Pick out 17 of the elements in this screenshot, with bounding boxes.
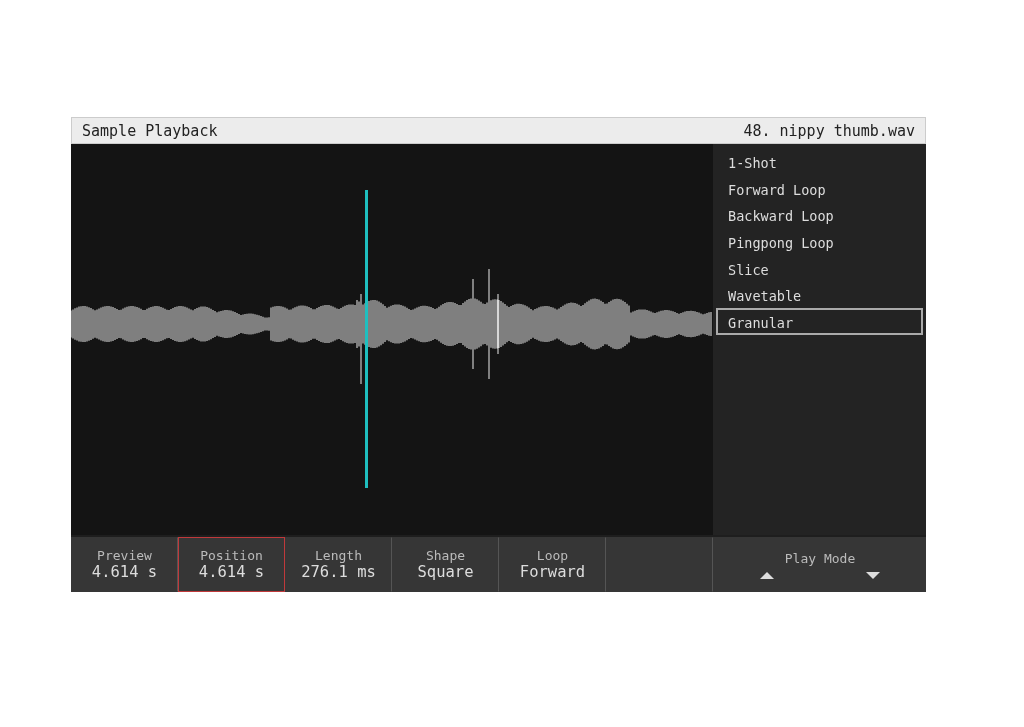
play-mode-option[interactable]: Backward Loop: [716, 201, 923, 229]
screen-title: Sample Playback: [82, 121, 218, 140]
play-mode-option[interactable]: Slice: [716, 254, 923, 282]
parameter-control[interactable]: Position 4.614 s: [178, 537, 285, 592]
play-mode-option[interactable]: Forward Loop: [716, 174, 923, 202]
play-mode-label: Play Mode: [784, 550, 856, 566]
play-mode-option[interactable]: Wavetable: [716, 281, 923, 309]
up-arrow-icon[interactable]: [760, 571, 774, 579]
parameter-control[interactable]: Loop Forward: [499, 537, 606, 592]
play-mode-option[interactable]: Pingpong Loop: [716, 228, 923, 255]
play-mode-option[interactable]: 1-Shot: [716, 148, 923, 175]
parameter-control[interactable]: Length 276.1 ms: [285, 537, 392, 592]
parameter-control[interactable]: Preview 4.614 s: [71, 537, 178, 592]
down-arrow-icon[interactable]: [866, 571, 880, 579]
parameter-control[interactable]: Shape Square: [392, 537, 499, 592]
play-mode-option[interactable]: Granular: [716, 308, 923, 335]
file-name: 48. nippy thumb.wav: [743, 121, 915, 140]
